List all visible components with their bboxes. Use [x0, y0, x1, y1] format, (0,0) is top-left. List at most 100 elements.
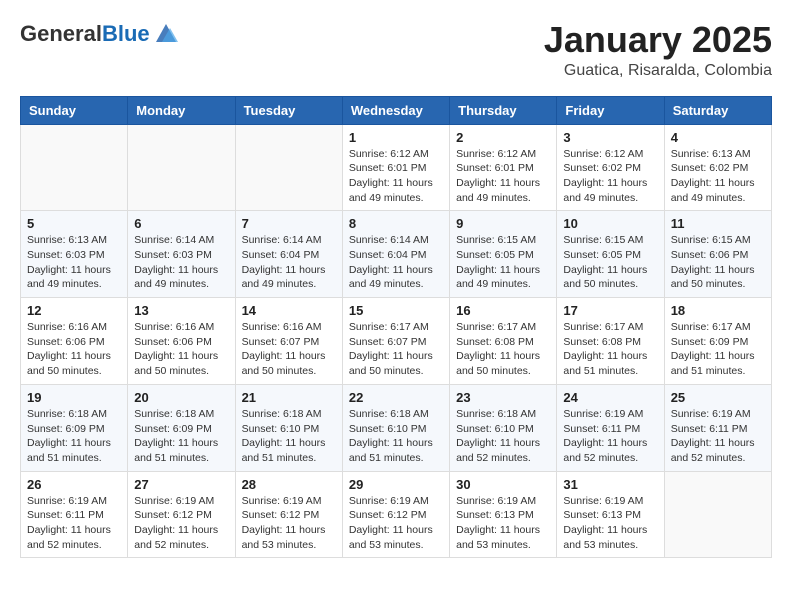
calendar-cell	[235, 124, 342, 211]
calendar-cell	[664, 471, 771, 558]
calendar-cell: 12Sunrise: 6:16 AM Sunset: 6:06 PM Dayli…	[21, 298, 128, 385]
calendar-cell	[128, 124, 235, 211]
calendar-cell: 31 Sunrise: 6:19 AM Sunset: 6:13 PM Dayli…	[557, 471, 664, 558]
day-info: Sunrise: 6:13 AM Sunset: 6:03 PM Dayligh…	[27, 233, 121, 292]
calendar-cell: 20 Sunrise: 6:18 AM Sunset: 6:09 PM Dayli…	[128, 384, 235, 471]
calendar-cell: 7 Sunrise: 6:14 AM Sunset: 6:04 PM Daylig…	[235, 211, 342, 298]
day-number: 16	[456, 303, 550, 318]
day-info: Sunrise: 6:14 AM Sunset: 6:04 PM Dayligh…	[242, 233, 336, 292]
calendar-cell: 3Sunrise: 6:12 AM Sunset: 6:02 PM Daylig…	[557, 124, 664, 211]
day-info: Sunrise: 6:19 AM Sunset: 6:11 PM Dayligh…	[671, 407, 765, 466]
calendar-cell: 8 Sunrise: 6:14 AM Sunset: 6:04 PM Daylig…	[342, 211, 449, 298]
calendar-cell: 13 Sunrise: 6:16 AM Sunset: 6:06 PM Dayli…	[128, 298, 235, 385]
calendar-week-row: 5 Sunrise: 6:13 AM Sunset: 6:03 PM Daylig…	[21, 211, 772, 298]
day-number: 9	[456, 216, 550, 231]
calendar-table: SundayMondayTuesdayWednesdayThursdayFrid…	[20, 96, 772, 559]
logo: GeneralBlue	[20, 20, 180, 48]
calendar-cell	[21, 124, 128, 211]
day-number: 28	[242, 477, 336, 492]
day-info: Sunrise: 6:19 AM Sunset: 6:12 PM Dayligh…	[242, 494, 336, 553]
day-info: Sunrise: 6:14 AM Sunset: 6:04 PM Dayligh…	[349, 233, 443, 292]
weekday-header: Tuesday	[235, 96, 342, 124]
day-info: Sunrise: 6:12 AM Sunset: 6:01 PM Dayligh…	[349, 147, 443, 206]
day-info: Sunrise: 6:17 AM Sunset: 6:07 PM Dayligh…	[349, 320, 443, 379]
day-number: 2	[456, 130, 550, 145]
day-number: 10	[563, 216, 657, 231]
day-info: Sunrise: 6:19 AM Sunset: 6:11 PM Dayligh…	[27, 494, 121, 553]
calendar-week-row: 19 Sunrise: 6:18 AM Sunset: 6:09 PM Dayli…	[21, 384, 772, 471]
calendar-week-row: 12Sunrise: 6:16 AM Sunset: 6:06 PM Dayli…	[21, 298, 772, 385]
calendar-cell: 26 Sunrise: 6:19 AM Sunset: 6:11 PM Dayli…	[21, 471, 128, 558]
weekday-header: Saturday	[664, 96, 771, 124]
calendar-cell: 4Sunrise: 6:13 AM Sunset: 6:02 PM Daylig…	[664, 124, 771, 211]
page-header: GeneralBlue January 2025 Guatica, Risara…	[20, 20, 772, 80]
day-info: Sunrise: 6:17 AM Sunset: 6:09 PM Dayligh…	[671, 320, 765, 379]
calendar-cell: 16 Sunrise: 6:17 AM Sunset: 6:08 PM Dayli…	[450, 298, 557, 385]
day-number: 27	[134, 477, 228, 492]
day-info: Sunrise: 6:18 AM Sunset: 6:10 PM Dayligh…	[242, 407, 336, 466]
day-info: Sunrise: 6:16 AM Sunset: 6:06 PM Dayligh…	[27, 320, 121, 379]
logo-general: General	[20, 21, 102, 46]
day-number: 23	[456, 390, 550, 405]
weekday-header: Thursday	[450, 96, 557, 124]
calendar-cell: 17Sunrise: 6:17 AM Sunset: 6:08 PM Dayli…	[557, 298, 664, 385]
day-number: 13	[134, 303, 228, 318]
day-info: Sunrise: 6:14 AM Sunset: 6:03 PM Dayligh…	[134, 233, 228, 292]
weekday-header: Wednesday	[342, 96, 449, 124]
day-info: Sunrise: 6:19 AM Sunset: 6:12 PM Dayligh…	[349, 494, 443, 553]
day-number: 20	[134, 390, 228, 405]
calendar-cell: 23 Sunrise: 6:18 AM Sunset: 6:10 PM Dayli…	[450, 384, 557, 471]
day-info: Sunrise: 6:16 AM Sunset: 6:07 PM Dayligh…	[242, 320, 336, 379]
day-info: Sunrise: 6:16 AM Sunset: 6:06 PM Dayligh…	[134, 320, 228, 379]
day-info: Sunrise: 6:18 AM Sunset: 6:10 PM Dayligh…	[456, 407, 550, 466]
day-info: Sunrise: 6:15 AM Sunset: 6:05 PM Dayligh…	[456, 233, 550, 292]
calendar-cell: 6 Sunrise: 6:14 AM Sunset: 6:03 PM Daylig…	[128, 211, 235, 298]
calendar-cell: 22Sunrise: 6:18 AM Sunset: 6:10 PM Dayli…	[342, 384, 449, 471]
day-number: 26	[27, 477, 121, 492]
day-info: Sunrise: 6:18 AM Sunset: 6:09 PM Dayligh…	[134, 407, 228, 466]
weekday-header-row: SundayMondayTuesdayWednesdayThursdayFrid…	[21, 96, 772, 124]
day-info: Sunrise: 6:19 AM Sunset: 6:13 PM Dayligh…	[456, 494, 550, 553]
day-info: Sunrise: 6:18 AM Sunset: 6:09 PM Dayligh…	[27, 407, 121, 466]
day-info: Sunrise: 6:17 AM Sunset: 6:08 PM Dayligh…	[456, 320, 550, 379]
day-info: Sunrise: 6:13 AM Sunset: 6:02 PM Dayligh…	[671, 147, 765, 206]
day-number: 19	[27, 390, 121, 405]
day-number: 30	[456, 477, 550, 492]
calendar-cell: 9 Sunrise: 6:15 AM Sunset: 6:05 PM Daylig…	[450, 211, 557, 298]
day-number: 25	[671, 390, 765, 405]
calendar-cell: 25 Sunrise: 6:19 AM Sunset: 6:11 PM Dayli…	[664, 384, 771, 471]
day-number: 3	[563, 130, 657, 145]
calendar-cell: 15Sunrise: 6:17 AM Sunset: 6:07 PM Dayli…	[342, 298, 449, 385]
calendar-cell: 11Sunrise: 6:15 AM Sunset: 6:06 PM Dayli…	[664, 211, 771, 298]
day-info: Sunrise: 6:18 AM Sunset: 6:10 PM Dayligh…	[349, 407, 443, 466]
location: Guatica, Risaralda, Colombia	[544, 62, 772, 80]
calendar-cell: 1 Sunrise: 6:12 AM Sunset: 6:01 PM Daylig…	[342, 124, 449, 211]
calendar-week-row: 26 Sunrise: 6:19 AM Sunset: 6:11 PM Dayli…	[21, 471, 772, 558]
logo-icon	[152, 20, 180, 48]
day-info: Sunrise: 6:19 AM Sunset: 6:12 PM Dayligh…	[134, 494, 228, 553]
calendar-cell: 19 Sunrise: 6:18 AM Sunset: 6:09 PM Dayli…	[21, 384, 128, 471]
weekday-header: Monday	[128, 96, 235, 124]
calendar-cell: 21Sunrise: 6:18 AM Sunset: 6:10 PM Dayli…	[235, 384, 342, 471]
weekday-header: Friday	[557, 96, 664, 124]
calendar-cell: 28 Sunrise: 6:19 AM Sunset: 6:12 PM Dayli…	[235, 471, 342, 558]
calendar-week-row: 1 Sunrise: 6:12 AM Sunset: 6:01 PM Daylig…	[21, 124, 772, 211]
day-info: Sunrise: 6:17 AM Sunset: 6:08 PM Dayligh…	[563, 320, 657, 379]
calendar-cell: 29Sunrise: 6:19 AM Sunset: 6:12 PM Dayli…	[342, 471, 449, 558]
day-number: 18	[671, 303, 765, 318]
title-block: January 2025 Guatica, Risaralda, Colombi…	[544, 20, 772, 80]
day-number: 14	[242, 303, 336, 318]
day-number: 31	[563, 477, 657, 492]
day-number: 5	[27, 216, 121, 231]
day-info: Sunrise: 6:19 AM Sunset: 6:13 PM Dayligh…	[563, 494, 657, 553]
day-info: Sunrise: 6:15 AM Sunset: 6:05 PM Dayligh…	[563, 233, 657, 292]
calendar-cell: 14 Sunrise: 6:16 AM Sunset: 6:07 PM Dayli…	[235, 298, 342, 385]
day-number: 8	[349, 216, 443, 231]
day-number: 24	[563, 390, 657, 405]
day-info: Sunrise: 6:12 AM Sunset: 6:01 PM Dayligh…	[456, 147, 550, 206]
day-number: 7	[242, 216, 336, 231]
day-number: 6	[134, 216, 228, 231]
day-number: 11	[671, 216, 765, 231]
calendar-cell: 27 Sunrise: 6:19 AM Sunset: 6:12 PM Dayli…	[128, 471, 235, 558]
day-number: 1	[349, 130, 443, 145]
